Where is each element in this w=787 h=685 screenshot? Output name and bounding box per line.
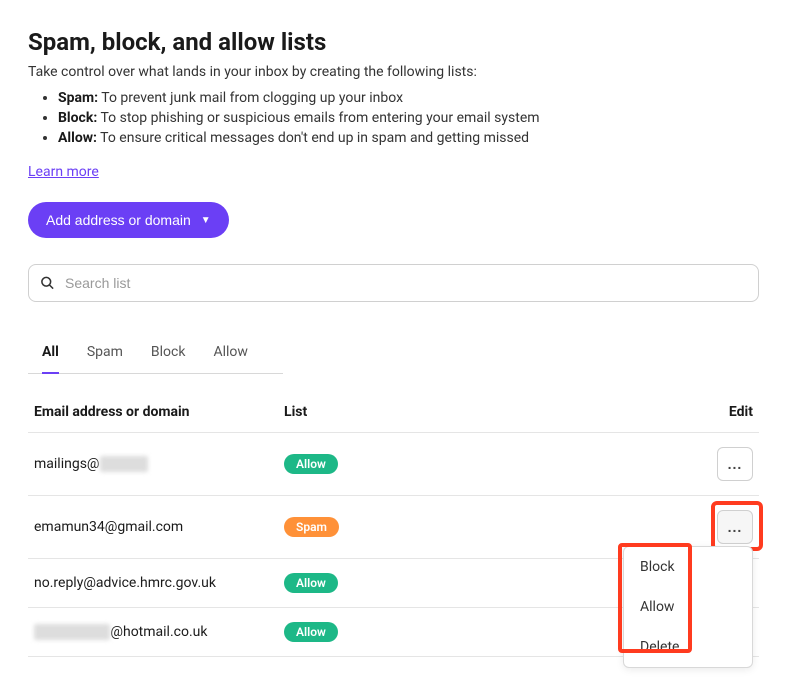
edit-button[interactable]: ...	[717, 447, 753, 481]
list-descriptions: Spam: To prevent junk mail from clogging…	[28, 90, 759, 146]
table-header: Email address or domain List Edit	[28, 392, 759, 433]
cell-edit: ...	[693, 447, 753, 481]
search-icon	[40, 276, 55, 291]
status-badge: Allow	[284, 622, 338, 642]
table-row: mailings@xxxxxxx Allow ...	[28, 433, 759, 496]
page-subtitle: Take control over what lands in your inb…	[28, 64, 759, 80]
filter-tabs: All Spam Block Allow	[28, 336, 283, 374]
dropdown-item-delete[interactable]: Delete	[624, 627, 752, 667]
redacted-text: xxxxxxx	[100, 456, 149, 472]
tab-allow[interactable]: Allow	[213, 336, 247, 374]
cell-email: xxxxxxxxxxx@hotmail.co.uk	[34, 624, 284, 640]
header-edit: Edit	[693, 404, 753, 420]
page-title: Spam, block, and allow lists	[28, 28, 759, 56]
dropdown-item-block[interactable]: Block	[624, 547, 752, 587]
cell-list: Allow	[284, 454, 693, 474]
email-text: @hotmail.co.uk	[110, 624, 207, 640]
email-text: emamun34@gmail.com	[34, 519, 183, 535]
bullet-label: Spam:	[58, 90, 98, 106]
bullet-text: To stop phishing or suspicious emails fr…	[97, 110, 539, 126]
tab-block[interactable]: Block	[151, 336, 186, 374]
redacted-text: xxxxxxxxxxx	[34, 624, 110, 640]
status-badge: Spam	[284, 517, 339, 537]
status-badge: Allow	[284, 573, 338, 593]
cell-list: Spam	[284, 517, 693, 537]
search-input[interactable]	[28, 264, 759, 302]
cell-email: emamun34@gmail.com	[34, 519, 284, 535]
status-badge: Allow	[284, 454, 338, 474]
table-row: emamun34@gmail.com Spam ... Block Allow …	[28, 496, 759, 559]
edit-button[interactable]: ...	[717, 510, 753, 544]
email-text: no.reply@advice.hmrc.gov.uk	[34, 575, 216, 591]
learn-more-link[interactable]: Learn more	[28, 164, 99, 180]
caret-down-icon: ▼	[201, 215, 211, 226]
edit-dropdown: Block Allow Delete	[623, 546, 753, 668]
list-item: Spam: To prevent junk mail from clogging…	[58, 90, 759, 106]
search-container	[28, 264, 759, 302]
list-item: Block: To stop phishing or suspicious em…	[58, 110, 759, 126]
list-item: Allow: To ensure critical messages don't…	[58, 130, 759, 146]
add-button-label: Add address or domain	[46, 212, 191, 228]
bullet-text: To ensure critical messages don't end up…	[97, 130, 529, 146]
cell-edit: ...	[693, 510, 753, 544]
header-list: List	[284, 404, 693, 420]
bullet-label: Block:	[58, 110, 97, 126]
bullet-label: Allow:	[58, 130, 97, 146]
tab-spam[interactable]: Spam	[87, 336, 123, 374]
header-email: Email address or domain	[34, 404, 284, 420]
cell-email: mailings@xxxxxxx	[34, 456, 284, 472]
bullet-text: To prevent junk mail from clogging up yo…	[98, 90, 403, 106]
add-address-button[interactable]: Add address or domain ▼	[28, 202, 229, 238]
entries-table: Email address or domain List Edit mailin…	[28, 392, 759, 657]
dropdown-item-allow[interactable]: Allow	[624, 587, 752, 627]
cell-email: no.reply@advice.hmrc.gov.uk	[34, 575, 284, 591]
tab-all[interactable]: All	[42, 336, 59, 374]
email-text: mailings@	[34, 456, 100, 472]
